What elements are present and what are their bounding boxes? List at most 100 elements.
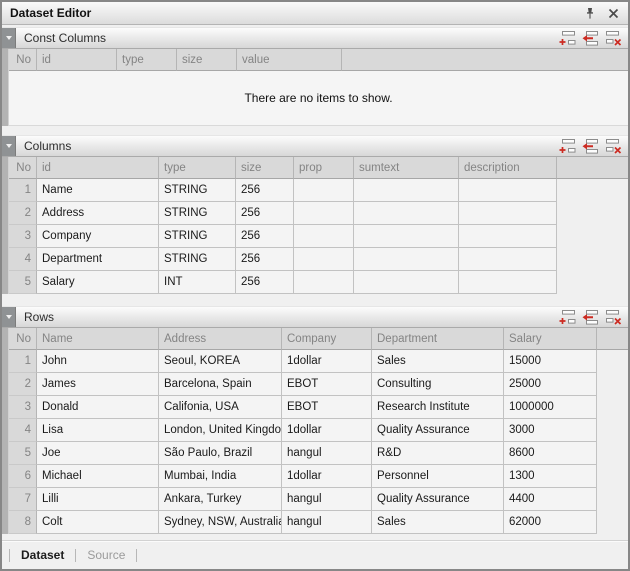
table-cell[interactable]: 3000 bbox=[504, 419, 597, 442]
table-cell[interactable]: R&D bbox=[372, 442, 504, 465]
row-number-cell[interactable]: 5 bbox=[9, 271, 37, 294]
delete-row-button[interactable] bbox=[603, 309, 623, 326]
table-cell[interactable]: Michael bbox=[37, 465, 159, 488]
table-cell[interactable]: London, United Kingdom bbox=[159, 419, 282, 442]
table-cell[interactable]: 256 bbox=[236, 225, 294, 248]
table-cell[interactable] bbox=[294, 179, 354, 202]
column-header-size[interactable]: size bbox=[236, 157, 294, 179]
column-header-description[interactable]: description bbox=[459, 157, 557, 179]
tab-dataset[interactable]: Dataset bbox=[21, 548, 64, 562]
collapse-button[interactable] bbox=[2, 307, 16, 327]
column-header-address[interactable]: Address bbox=[159, 328, 282, 350]
table-cell[interactable]: STRING bbox=[159, 248, 236, 271]
table-cell[interactable] bbox=[354, 202, 459, 225]
row-number-cell[interactable]: 5 bbox=[9, 442, 37, 465]
row-number-cell[interactable]: 4 bbox=[9, 419, 37, 442]
column-header-name[interactable]: Name bbox=[37, 328, 159, 350]
column-header-type[interactable]: type bbox=[159, 157, 236, 179]
table-cell[interactable]: 4400 bbox=[504, 488, 597, 511]
table-cell[interactable]: Personnel bbox=[372, 465, 504, 488]
row-number-cell[interactable]: 8 bbox=[9, 511, 37, 534]
table-cell[interactable] bbox=[354, 271, 459, 294]
column-header-prop[interactable]: prop bbox=[294, 157, 354, 179]
table-cell[interactable]: Barcelona, Spain bbox=[159, 373, 282, 396]
row-number-cell[interactable]: 7 bbox=[9, 488, 37, 511]
insert-row-button[interactable] bbox=[580, 309, 600, 326]
tab-source[interactable]: Source bbox=[87, 548, 125, 562]
table-cell[interactable]: Consulting bbox=[372, 373, 504, 396]
insert-row-button[interactable] bbox=[580, 30, 600, 47]
table-cell[interactable] bbox=[354, 179, 459, 202]
table-cell[interactable]: Department bbox=[37, 248, 159, 271]
table-cell[interactable] bbox=[354, 248, 459, 271]
table-cell[interactable]: EBOT bbox=[282, 396, 372, 419]
table-cell[interactable]: 1dollar bbox=[282, 350, 372, 373]
table-cell[interactable]: 25000 bbox=[504, 373, 597, 396]
table-cell[interactable]: 1300 bbox=[504, 465, 597, 488]
table-cell[interactable]: Quality Assurance bbox=[372, 419, 504, 442]
column-header-sumtext[interactable]: sumtext bbox=[354, 157, 459, 179]
table-cell[interactable]: James bbox=[37, 373, 159, 396]
table-cell[interactable]: 62000 bbox=[504, 511, 597, 534]
table-cell[interactable]: EBOT bbox=[282, 373, 372, 396]
collapse-button[interactable] bbox=[2, 136, 16, 156]
table-cell[interactable]: 1dollar bbox=[282, 465, 372, 488]
column-header-size[interactable]: size bbox=[177, 49, 237, 71]
column-header-company[interactable]: Company bbox=[282, 328, 372, 350]
column-header-value[interactable]: value bbox=[237, 49, 342, 71]
row-number-cell[interactable]: 2 bbox=[9, 373, 37, 396]
row-number-cell[interactable]: 1 bbox=[9, 179, 37, 202]
table-cell[interactable] bbox=[354, 225, 459, 248]
table-cell[interactable] bbox=[459, 248, 557, 271]
table-cell[interactable]: 8600 bbox=[504, 442, 597, 465]
table-cell[interactable]: Donald bbox=[37, 396, 159, 419]
table-cell[interactable]: 256 bbox=[236, 248, 294, 271]
table-cell[interactable]: Address bbox=[37, 202, 159, 225]
table-cell[interactable]: STRING bbox=[159, 179, 236, 202]
table-cell[interactable]: Mumbai, India bbox=[159, 465, 282, 488]
column-header-no[interactable]: No bbox=[9, 328, 37, 350]
table-cell[interactable]: 256 bbox=[236, 202, 294, 225]
table-cell[interactable]: Sales bbox=[372, 350, 504, 373]
table-cell[interactable]: Joe bbox=[37, 442, 159, 465]
table-cell[interactable]: hangul bbox=[282, 488, 372, 511]
table-cell[interactable]: Sales bbox=[372, 511, 504, 534]
table-cell[interactable] bbox=[294, 248, 354, 271]
row-number-cell[interactable]: 3 bbox=[9, 225, 37, 248]
table-cell[interactable] bbox=[294, 202, 354, 225]
table-cell[interactable]: Quality Assurance bbox=[372, 488, 504, 511]
table-cell[interactable]: 256 bbox=[236, 271, 294, 294]
table-cell[interactable] bbox=[459, 271, 557, 294]
table-cell[interactable]: 1000000 bbox=[504, 396, 597, 419]
table-cell[interactable]: Name bbox=[37, 179, 159, 202]
table-cell[interactable]: 15000 bbox=[504, 350, 597, 373]
table-cell[interactable] bbox=[459, 225, 557, 248]
insert-row-button[interactable] bbox=[580, 138, 600, 155]
column-header-type[interactable]: type bbox=[117, 49, 177, 71]
row-number-cell[interactable]: 6 bbox=[9, 465, 37, 488]
table-cell[interactable]: STRING bbox=[159, 225, 236, 248]
table-cell[interactable] bbox=[294, 271, 354, 294]
table-cell[interactable]: Colt bbox=[37, 511, 159, 534]
column-header-department[interactable]: Department bbox=[372, 328, 504, 350]
table-cell[interactable]: John bbox=[37, 350, 159, 373]
column-header-salary[interactable]: Salary bbox=[504, 328, 597, 350]
table-cell[interactable]: São Paulo, Brazil bbox=[159, 442, 282, 465]
table-cell[interactable]: Research Institute bbox=[372, 396, 504, 419]
table-cell[interactable] bbox=[294, 225, 354, 248]
row-number-cell[interactable]: 2 bbox=[9, 202, 37, 225]
delete-row-button[interactable] bbox=[603, 30, 623, 47]
title-bar[interactable]: Dataset Editor bbox=[2, 2, 628, 25]
table-cell[interactable]: 256 bbox=[236, 179, 294, 202]
table-cell[interactable]: INT bbox=[159, 271, 236, 294]
table-cell[interactable]: Lilli bbox=[37, 488, 159, 511]
table-cell[interactable] bbox=[459, 179, 557, 202]
close-button[interactable] bbox=[605, 5, 621, 21]
column-header-id[interactable]: id bbox=[37, 49, 117, 71]
table-cell[interactable] bbox=[459, 202, 557, 225]
table-cell[interactable]: Lisa bbox=[37, 419, 159, 442]
collapse-button[interactable] bbox=[2, 28, 16, 48]
column-header-id[interactable]: id bbox=[37, 157, 159, 179]
table-cell[interactable]: STRING bbox=[159, 202, 236, 225]
table-cell[interactable]: hangul bbox=[282, 511, 372, 534]
